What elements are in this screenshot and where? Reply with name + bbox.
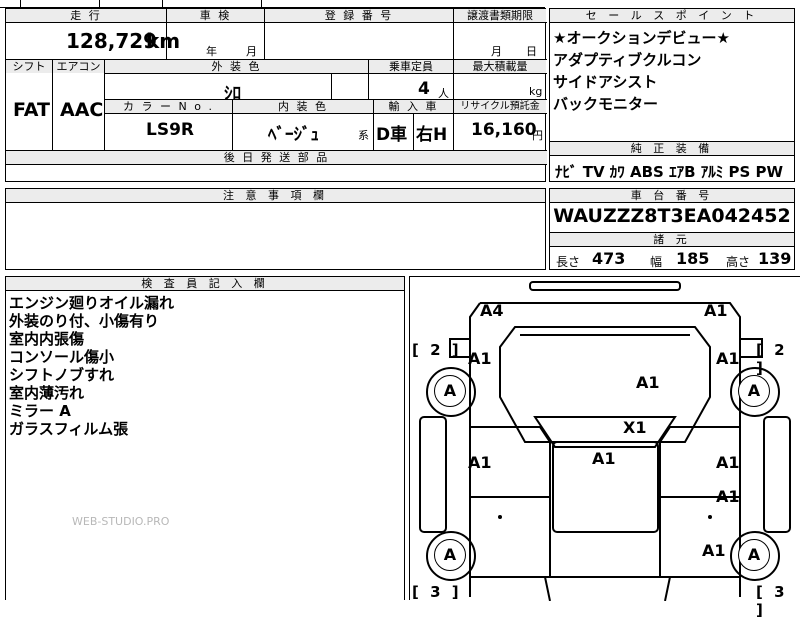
width-label: 幅 [650, 255, 663, 269]
cautions-header: 注 意 事 項 欄 [6, 189, 545, 203]
max-load-unit: kg [529, 85, 543, 98]
inspector-note: ミラー A [9, 402, 71, 420]
sales-points-header: セ ー ル ス ポ イ ン ト [550, 9, 794, 23]
interior-color-value: ﾍﾞｰｼﾞｭ [268, 125, 319, 145]
sales-point-item: アダプティブクルコン [553, 51, 702, 69]
inspector-note: 外装のり付、小傷有り [9, 312, 160, 330]
recycle-header: リサイクル預託金 [454, 100, 546, 113]
inspector-note: シフトノブすれ [9, 366, 115, 384]
mark-front-right: A1 [704, 301, 728, 320]
import-d-value: D車 [376, 125, 408, 145]
watermark: WEB-STUDIO.PRO [72, 515, 170, 528]
mark-roof: A1 [592, 449, 616, 468]
mark-front-left: A4 [480, 301, 504, 320]
cautions-box: 注 意 事 項 欄 [5, 188, 546, 270]
mileage-value: 128,729 [66, 29, 158, 53]
mark-hood: A1 [636, 373, 660, 392]
inspector-note: 室内内張傷 [9, 330, 85, 348]
exterior-color-header: 外 装 色 [105, 60, 368, 73]
transfer-month: 月 [491, 45, 502, 58]
transfer-day: 日 [526, 45, 537, 58]
width-value: 185 [676, 249, 710, 268]
mark-right-rear: A1 [702, 541, 726, 560]
equipment-value: ﾅﾋﾞ TV ｶﾜ ABS ｴｱB ｱﾙﾐ PS PW [555, 163, 784, 181]
inspector-note: 室内薄汚れ [9, 384, 85, 402]
bracket-right-bottom: [ 3 ] [756, 583, 788, 619]
interior-color-header: 内 装 色 [233, 100, 373, 113]
mark-windshield: X1 [623, 418, 647, 437]
inspector-notes: エンジン廻りオイル漏れ 外装のり付、小傷有り 室内内張傷 コンソール傷小 シフト… [6, 291, 404, 438]
inspector-box: 検 査 員 記 入 欄 エンジン廻りオイル漏れ 外装のり付、小傷有り 室内内張傷… [5, 276, 405, 600]
inspector-note: ガラスフィルム張 [9, 420, 129, 438]
later-parts-header: 後 日 発 送 部 品 [6, 151, 547, 164]
sales-point-item: サイドアシスト [553, 73, 658, 91]
import-side-value: 右H [416, 125, 448, 145]
length-label: 長さ [556, 255, 581, 269]
inspector-note: コンソール傷小 [9, 348, 115, 366]
length-value: 473 [592, 249, 626, 268]
color-no-header: カ ラ ー N o . [105, 100, 232, 113]
basic-info-table: 走 行 車 検 登 録 番 号 譲渡書類期限 128,729 km 年 月 月 … [5, 8, 547, 182]
height-label: 高さ [726, 255, 751, 269]
mileage-unit: km [146, 29, 181, 53]
specs-header: 諸 元 [550, 232, 794, 247]
inspection-month: 月 [246, 45, 257, 58]
top-clip-row [0, 0, 545, 8]
shift-value: FAT [13, 99, 50, 121]
mark-right-front: A1 [716, 349, 740, 368]
bracket-left-top: [ 2 ] [412, 341, 462, 359]
height-value: 139 [758, 249, 792, 268]
max-load-header: 最大積載量 [454, 60, 546, 73]
recycle-unit: 円 [532, 129, 543, 142]
mark-left-side: A1 [468, 453, 492, 472]
mileage-header: 走 行 [6, 9, 166, 22]
inspection-year: 年 [206, 45, 217, 58]
interior-suffix: 系 [358, 129, 369, 142]
wheel-front-right-mark: A [738, 375, 770, 407]
sales-point-item: バックモニター [553, 95, 659, 113]
equipment-header: 純 正 装 備 [550, 141, 794, 156]
shift-header: シフト [6, 60, 52, 73]
sales-points-box: セ ー ル ス ポ イ ン ト ★オークションデビュー★ アダプティブクルコン … [549, 8, 795, 182]
chassis-header: 車 台 番 号 [550, 189, 794, 203]
bracket-left-bottom: [ 3 ] [412, 583, 462, 601]
mark-left-front: A1 [468, 349, 492, 368]
color-no-value: LS9R [146, 120, 194, 140]
mark-right-door1: A1 [716, 453, 740, 472]
inspector-header: 検 査 員 記 入 欄 [6, 277, 404, 291]
sales-points-list: ★オークションデビュー★ アダプティブクルコン サイドアシスト バックモニター [550, 23, 794, 115]
import-header: 輸 入 車 [374, 100, 453, 113]
wheel-rear-left-mark: A [434, 539, 466, 571]
recycle-value: 16,160 [471, 120, 537, 140]
inspection-header: 車 検 [167, 9, 264, 22]
wheel-front-left-mark: A [434, 375, 466, 407]
bracket-right-top: [ 2 ] [756, 341, 788, 377]
chassis-box: 車 台 番 号 WAUZZZ8T3EA042452 諸 元 長さ 473 幅 1… [549, 188, 795, 270]
capacity-header: 乗車定員 [369, 60, 453, 73]
inspector-note: エンジン廻りオイル漏れ [9, 294, 175, 312]
aircon-header: エアコン [53, 60, 104, 73]
sales-point-item: ★オークションデビュー★ [553, 29, 730, 47]
registration-header: 登 録 番 号 [265, 9, 453, 22]
capacity-value: 4 [418, 79, 430, 99]
car-diagram: A A A A [ 2 ] [ 2 ] [ 3 ] [ 3 ] A4 A1 A1… [409, 276, 800, 619]
mark-right-door2: A1 [716, 487, 740, 506]
transfer-header: 譲渡書類期限 [454, 9, 546, 22]
aircon-value: AAC [60, 99, 104, 121]
wheel-rear-right-mark: A [738, 539, 770, 571]
chassis-number: WAUZZZ8T3EA042452 [553, 205, 791, 227]
